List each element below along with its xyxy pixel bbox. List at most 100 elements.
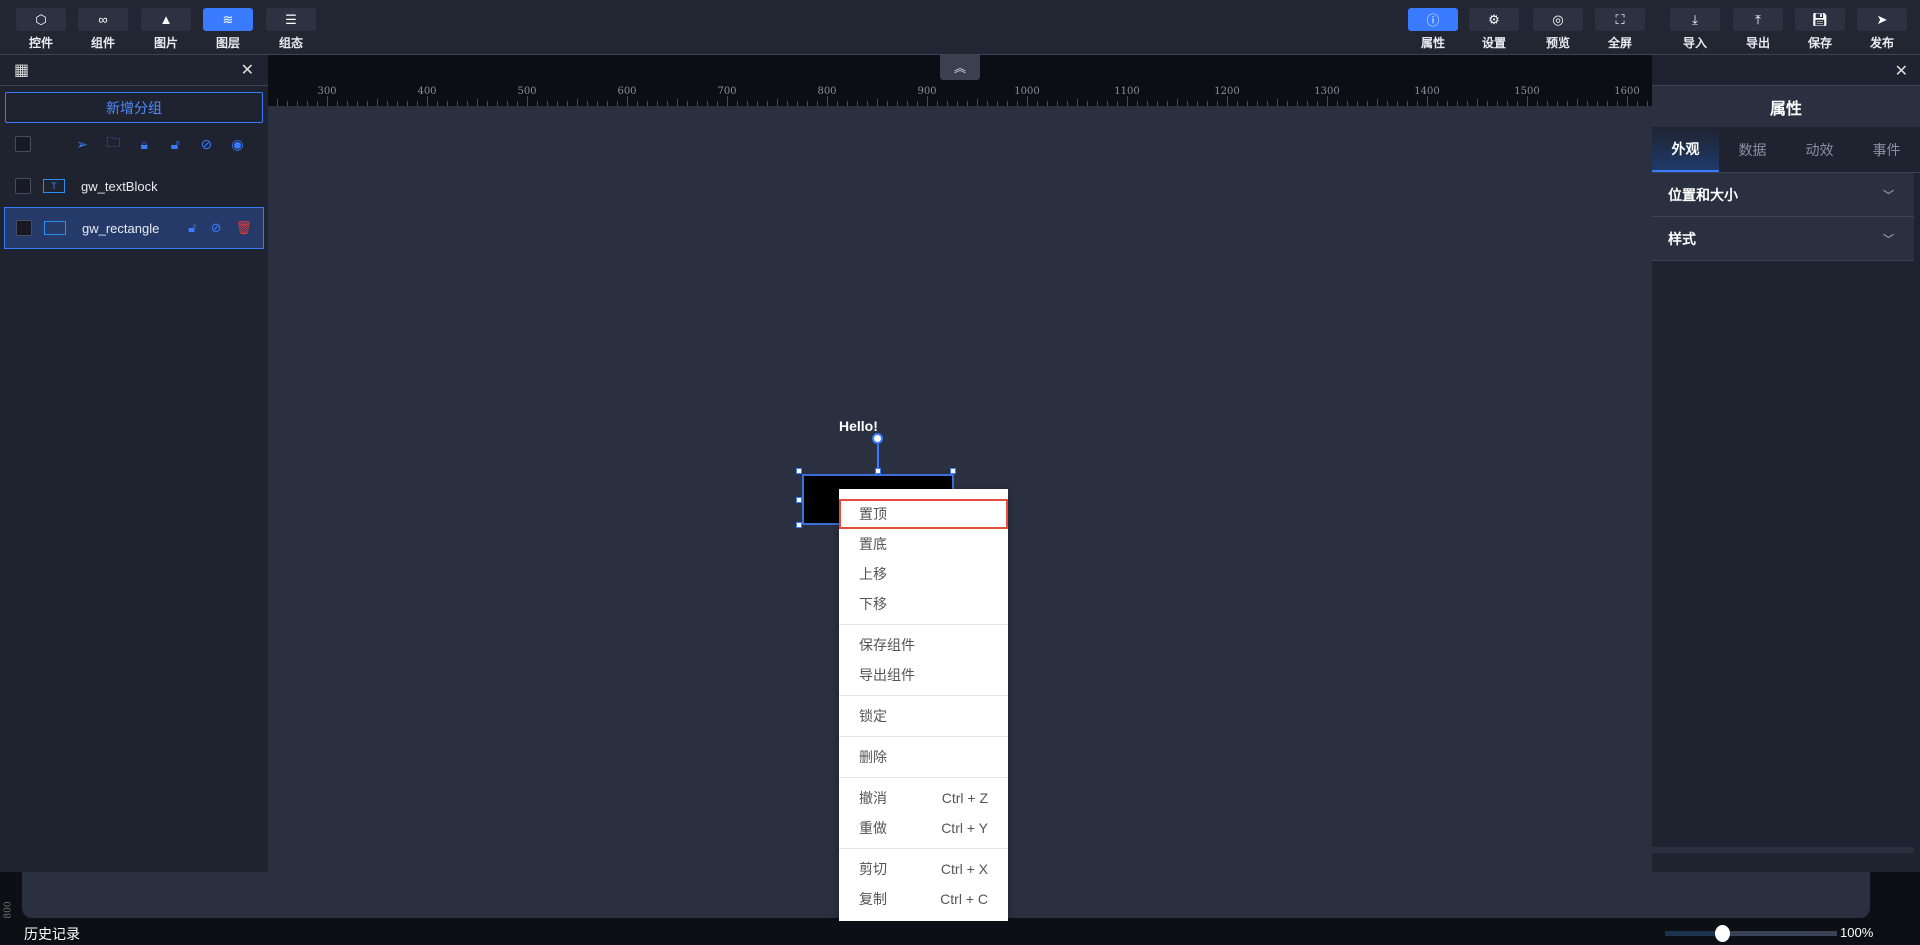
ruler-label: 700 xyxy=(717,86,737,97)
tab-1[interactable]: 数据 xyxy=(1719,127,1786,172)
send-icon[interactable]: ➢ xyxy=(67,136,98,153)
ruler-tick xyxy=(1627,96,1628,106)
tab-2[interactable]: 动效 xyxy=(1786,127,1853,172)
menu-item[interactable]: 置底 xyxy=(839,529,1008,559)
context-menu: 置顶置底上移 下移保存组件 导出组件锁定删除撤消 Ctrl + Z 重做 Ctrl + Y… xyxy=(839,489,1008,945)
ruler-tick xyxy=(477,99,478,106)
save-icon: 💾︎ xyxy=(1811,11,1829,27)
grid-icon: ▦ xyxy=(14,62,30,79)
eye-off-icon[interactable]: ⊘ xyxy=(191,136,222,153)
resize-handle[interactable] xyxy=(796,497,802,503)
menu-item[interactable]: 置顶 xyxy=(839,499,1008,529)
menu-divider xyxy=(839,736,1008,737)
ruler-label: 300 xyxy=(317,86,337,97)
ruler-label: 800 xyxy=(817,86,837,97)
toolbar-button-label: 全屏 xyxy=(1607,36,1632,50)
ruler-tick xyxy=(377,99,378,106)
toolbar-button[interactable]: ☰ 组态 xyxy=(266,8,316,51)
eye-off-icon[interactable]: ⊘ xyxy=(211,220,222,236)
gear-icon: ⚙ xyxy=(1488,11,1500,27)
ruler-label: 1100 xyxy=(1114,86,1140,97)
tab-3[interactable]: 事件 xyxy=(1853,127,1920,172)
menu-item[interactable]: 锁定 xyxy=(839,701,1008,731)
menu-item[interactable]: 上移 xyxy=(839,559,1008,589)
toolbar-button[interactable]: ⓘ 属性 xyxy=(1408,8,1458,51)
properties-section[interactable]: 样式 ﹀ xyxy=(1652,217,1914,261)
history-button[interactable]: 历史记录 xyxy=(24,924,80,944)
ruler-label: 500 xyxy=(517,86,537,97)
zoom-slider[interactable] xyxy=(1665,925,1837,942)
layer-checkbox[interactable] xyxy=(15,178,31,194)
menu-item[interactable]: 导出组件 xyxy=(839,660,1008,690)
resize-handle[interactable] xyxy=(950,468,956,474)
ruler-tick xyxy=(577,99,578,106)
eye-icon[interactable]: ◉ xyxy=(222,136,253,153)
rotate-handle[interactable] xyxy=(872,433,883,444)
menu-item-label: 撤消 xyxy=(859,790,887,806)
toolbar-button[interactable]: ⛶ 全屏 xyxy=(1595,8,1645,51)
resize-handle[interactable] xyxy=(796,468,802,474)
zoom-slider-knob[interactable] xyxy=(1715,925,1731,942)
menu-item[interactable]: 剪切 Ctrl + X xyxy=(839,854,1008,884)
toolbar-button-label: 发布 xyxy=(1869,36,1894,50)
ruler-tick xyxy=(1177,99,1178,106)
menu-divider xyxy=(839,777,1008,778)
ruler-tick xyxy=(1227,96,1228,106)
folder-icon[interactable]: 🗀 xyxy=(98,132,129,156)
ruler-tick xyxy=(1127,96,1128,106)
toolbar-button[interactable]: ⚙ 设置 xyxy=(1469,8,1519,51)
lock-icon[interactable]: 🔒︎ xyxy=(129,136,160,153)
vertical-ruler-label: 800 xyxy=(3,901,14,919)
menu-item[interactable]: 删除 xyxy=(839,742,1008,772)
menu-item[interactable]: 重做 Ctrl + Y xyxy=(839,813,1008,843)
menu-item[interactable]: 复制 Ctrl + C xyxy=(839,884,1008,914)
chevron-down-icon: ﹀ xyxy=(1883,189,1894,202)
ruler-tick xyxy=(1427,96,1428,106)
toolbar-button[interactable]: ≋ 图层 xyxy=(203,8,253,51)
new-group-button[interactable]: 新增分组 xyxy=(5,92,263,123)
text-block-element[interactable]: Hello! xyxy=(839,418,878,434)
layer-item[interactable]: T gw_textBlock xyxy=(0,165,268,207)
toolbar-button[interactable]: ∞ 组件 xyxy=(78,8,128,51)
layer-checkbox[interactable] xyxy=(16,220,32,236)
close-icon[interactable]: ✕ xyxy=(241,60,254,80)
menu-item[interactable]: 保存组件 xyxy=(839,630,1008,660)
ruler-tick xyxy=(1327,96,1328,106)
toolbar-button-label: 设置 xyxy=(1481,36,1506,50)
image-icon: ▲ xyxy=(159,12,173,27)
ruler-tick xyxy=(427,96,428,106)
toolbar-button[interactable]: ⤒ 导出 xyxy=(1733,8,1783,51)
menu-item-label: 置底 xyxy=(859,536,887,552)
export-icon: ⤒ xyxy=(1755,11,1761,27)
ruler-tick xyxy=(277,99,278,106)
panel-scrollbar[interactable] xyxy=(1652,847,1914,853)
layer-item[interactable]: gw_rectangle 🔓︎ ⊘ 🗑︎ xyxy=(4,207,264,249)
collapse-toolbar-button[interactable]: ︽ xyxy=(940,55,980,80)
ruler-tick xyxy=(877,99,878,106)
toolbar-button[interactable]: 💾︎ 保存 xyxy=(1795,8,1845,51)
toolbar-button[interactable]: ▲ 图片 xyxy=(141,8,191,51)
trash-icon[interactable]: 🗑︎ xyxy=(235,220,252,236)
rectangle-icon xyxy=(44,221,66,235)
close-icon[interactable]: ✕ xyxy=(1895,63,1908,80)
toolbar-button-label: 导入 xyxy=(1682,36,1707,50)
resize-handle[interactable] xyxy=(875,468,881,474)
fullscreen-icon: ⛶ xyxy=(1615,11,1625,27)
toolbar-button-label: 控件 xyxy=(28,36,53,50)
toolbar-button[interactable]: ◎ 预览 xyxy=(1533,8,1583,51)
unlock-icon[interactable]: 🔓︎ xyxy=(160,136,191,153)
unlock-icon[interactable]: 🔓︎ xyxy=(188,220,196,236)
toolbar-button[interactable]: ➤ 发布 xyxy=(1857,8,1907,51)
properties-section[interactable]: 位置和大小 ﹀ xyxy=(1652,173,1914,217)
toolbar-button[interactable]: ⬡ 控件 xyxy=(16,8,66,51)
tab-0[interactable]: 外观 xyxy=(1652,127,1719,172)
ruler-tick xyxy=(1377,99,1378,106)
menu-item[interactable]: 下移 xyxy=(839,589,1008,619)
layers-icon: ≋ xyxy=(222,11,234,27)
menu-item[interactable]: 撤消 Ctrl + Z xyxy=(839,783,1008,813)
menu-item-label: 剪切 xyxy=(859,861,887,877)
menu-divider xyxy=(839,695,1008,696)
select-all-checkbox[interactable] xyxy=(15,136,31,152)
resize-handle[interactable] xyxy=(796,522,802,528)
toolbar-button[interactable]: ⤓ 导入 xyxy=(1670,8,1720,51)
